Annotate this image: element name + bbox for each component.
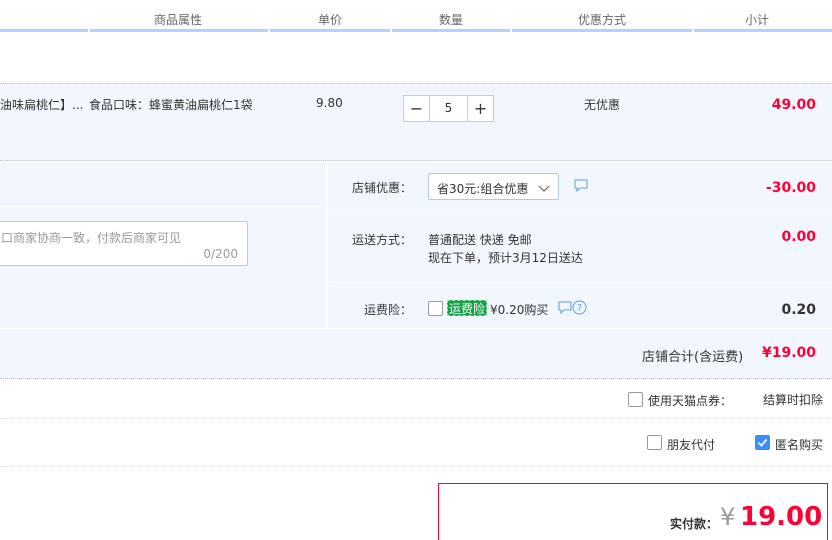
plus-icon: + xyxy=(473,99,488,118)
freight-insurance-label: 运费险： xyxy=(364,303,413,317)
header-separator xyxy=(510,29,512,32)
payment-currency: ¥ xyxy=(720,503,736,531)
seller-message-textarea[interactable]: 口商家协商一致，付款后商家可见 0/200 xyxy=(0,221,248,266)
minus-icon: − xyxy=(409,99,424,118)
quantity-increase-button[interactable]: + xyxy=(467,95,494,122)
help-icon[interactable]: ? xyxy=(572,300,587,318)
tmall-coupon-label: 使用天猫点券： xyxy=(648,394,733,408)
header-col-quantity: 数量 xyxy=(439,13,464,27)
header-separator xyxy=(88,29,90,32)
friend-pay-checkbox[interactable] xyxy=(647,435,662,450)
quantity-input[interactable]: 5 xyxy=(430,95,467,122)
item-subtotal: 49.00 xyxy=(771,97,816,113)
order-summary-panel: 店铺优惠： -30.00 运送方式： 普通配送 快递 免邮 现在下单，预计3月1… xyxy=(0,163,832,379)
comment-icon[interactable] xyxy=(558,301,572,317)
comment-icon[interactable] xyxy=(574,179,588,195)
options-divider xyxy=(0,466,832,467)
panel-divider xyxy=(329,212,832,213)
seller-message-counter: 0/200 xyxy=(203,247,238,261)
delivery-label: 运送方式： xyxy=(352,233,413,247)
payment-amount: 19.00 xyxy=(740,502,823,532)
table-header: 商品属性 单价 数量 优惠方式 小计 xyxy=(0,0,832,32)
freight-insurance-checkbox[interactable] xyxy=(428,301,443,316)
freight-insurance-price: ¥0.20购买 xyxy=(490,303,549,317)
panel-divider xyxy=(0,206,326,207)
shop-discount-label: 店铺优惠： xyxy=(352,181,413,195)
item-title[interactable]: 油味扁桃仁】... xyxy=(0,96,83,113)
delivery-eta: 现在下单，预计3月12日送达 xyxy=(428,251,583,265)
header-separator xyxy=(268,29,270,32)
delivery-amount: 0.00 xyxy=(781,229,816,245)
shop-discount-selected: 省30元:组合优惠 xyxy=(437,182,529,196)
freight-insurance-amount: 0.20 xyxy=(781,302,816,318)
header-col-attributes: 商品属性 xyxy=(154,13,203,27)
svg-text:?: ? xyxy=(577,303,582,314)
tmall-coupon-checkbox[interactable] xyxy=(628,392,643,407)
options-divider xyxy=(0,418,832,419)
delivery-method: 普通配送 快递 免邮 xyxy=(428,233,532,247)
order-confirm-page: 商品属性 单价 数量 优惠方式 小计 油味扁桃仁】... 食品口味：蜂蜜黄油扁桃… xyxy=(0,0,832,540)
item-attribute: 食品口味：蜂蜜黄油扁桃仁1袋 xyxy=(89,98,253,112)
payment-label: 实付款： xyxy=(670,517,719,531)
item-discount-method: 无优惠 xyxy=(584,98,621,112)
header-col-subtotal: 小计 xyxy=(745,13,770,27)
quantity-decrease-button[interactable]: − xyxy=(403,95,430,122)
seller-message-placeholder: 口商家协商一致，付款后商家可见 xyxy=(1,231,182,245)
header-separator xyxy=(692,29,694,32)
item-unit-price: 9.80 xyxy=(316,96,343,110)
table-row: 油味扁桃仁】... 食品口味：蜂蜜黄油扁桃仁1袋 9.80 − 5 + 无优惠 … xyxy=(0,83,832,161)
panel-divider xyxy=(329,282,832,283)
panel-divider xyxy=(0,328,832,329)
shop-total-label: 店铺合计(含运费) xyxy=(642,350,744,365)
freight-insurance-tag: 运费险 xyxy=(447,300,488,316)
header-separator xyxy=(390,29,392,32)
tmall-coupon-note: 结算时扣除 xyxy=(763,393,824,407)
shop-discount-select[interactable]: 省30元:组合优惠 xyxy=(428,173,559,200)
payment-summary-box: 实付款： ¥ 19.00 xyxy=(438,483,828,540)
shop-total-value: ¥19.00 xyxy=(761,345,816,361)
quantity-stepper: − 5 + xyxy=(403,95,494,122)
checkmark-icon xyxy=(757,438,768,447)
header-col-discount: 优惠方式 xyxy=(578,13,627,27)
anonymous-purchase-label: 匿名购买 xyxy=(775,438,824,452)
panel-vertical-divider xyxy=(326,163,328,328)
chevron-down-icon xyxy=(538,182,550,196)
shop-discount-amount: -30.00 xyxy=(765,180,816,196)
header-col-price: 单价 xyxy=(318,13,343,27)
anonymous-purchase-checkbox[interactable] xyxy=(755,435,770,450)
friend-pay-label: 朋友代付 xyxy=(667,438,716,452)
